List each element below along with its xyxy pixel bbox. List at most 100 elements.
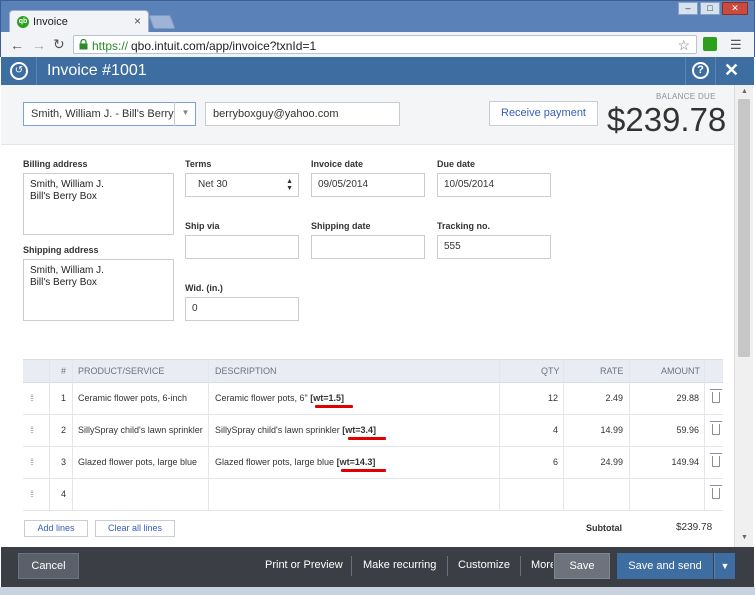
reload-icon[interactable]: ↻ xyxy=(53,36,65,53)
more-link[interactable]: More xyxy=(531,559,553,571)
save-button[interactable]: Save xyxy=(554,553,610,579)
lock-icon xyxy=(79,39,88,50)
vertical-scrollbar[interactable]: ▲ ▼ xyxy=(734,85,753,547)
window-controls: – □ ✕ xyxy=(678,2,748,15)
forward-icon[interactable]: → xyxy=(32,37,46,53)
billing-line: Bill's Berry Box xyxy=(30,191,97,202)
print-preview-link[interactable]: Print or Preview xyxy=(265,559,343,571)
terms-select[interactable]: Net 30 ▲ ▼ xyxy=(185,173,299,197)
footer-divider xyxy=(520,556,521,576)
invoice-date-label: Invoice date xyxy=(311,159,364,169)
table-row[interactable]: ⁞⁞ 4 xyxy=(23,479,723,511)
minimize-icon[interactable]: – xyxy=(678,2,698,15)
scroll-down-icon[interactable]: ▼ xyxy=(741,534,748,541)
help-icon[interactable]: ? xyxy=(692,62,709,79)
product-cell[interactable]: SillySpray child's lawn sprinkler xyxy=(78,425,208,435)
column-header: RATE xyxy=(600,366,624,376)
cancel-button[interactable]: Cancel xyxy=(18,553,79,579)
trash-icon[interactable] xyxy=(710,389,722,403)
red-underline xyxy=(341,469,386,472)
add-lines-button[interactable]: Add lines xyxy=(24,520,88,537)
customize-link[interactable]: Customize xyxy=(458,559,510,571)
clear-all-lines-button[interactable]: Clear all lines xyxy=(95,520,175,537)
width-label: Wid. (in.) xyxy=(185,283,223,293)
drag-handle-icon[interactable]: ⁞⁞ xyxy=(30,457,34,467)
amount-cell: 29.88 xyxy=(676,393,699,403)
drag-handle-icon[interactable]: ⁞⁞ xyxy=(30,393,34,403)
header-divider xyxy=(715,57,716,85)
description-cell[interactable]: Ceramic flower pots, 6" [wt=1.5] xyxy=(215,393,515,403)
amount-cell: 59.96 xyxy=(676,425,699,435)
weight-tag: [wt=3.4] xyxy=(342,425,377,435)
invoice-date-field[interactable]: 09/05/2014 xyxy=(311,173,425,197)
save-and-send-button[interactable]: Save and send xyxy=(617,553,713,579)
description-text: Ceramic flower pots, 6" xyxy=(215,393,308,403)
drag-handle-icon[interactable]: ⁞⁞ xyxy=(30,489,34,499)
make-recurring-link[interactable]: Make recurring xyxy=(363,559,436,571)
tab-close-icon[interactable]: × xyxy=(134,14,141,28)
trash-icon[interactable] xyxy=(710,421,722,435)
rate-cell[interactable]: 14.99 xyxy=(568,425,623,435)
recent-transactions-icon[interactable]: ↺ xyxy=(10,62,28,80)
rate-cell[interactable]: 2.49 xyxy=(568,393,623,403)
subtotal-value: $239.78 xyxy=(676,522,713,533)
select-arrows-icon: ▲ ▼ xyxy=(286,178,293,192)
bookmark-star-icon[interactable]: ☆ xyxy=(677,37,690,54)
description-cell[interactable]: Glazed flower pots, large blue [wt=14.3] xyxy=(215,457,515,467)
close-invoice-icon[interactable]: ✕ xyxy=(724,60,739,81)
line-number: 4 xyxy=(61,489,67,499)
table-row[interactable]: ⁞⁞ 3 Glazed flower pots, large blue Glaz… xyxy=(23,447,723,479)
billing-address-field[interactable]: Smith, William J. Bill's Berry Box xyxy=(23,173,174,235)
table-row[interactable]: ⁞⁞ 2 SillySpray child's lawn sprinkler S… xyxy=(23,415,723,447)
qty-cell[interactable]: 6 xyxy=(503,457,558,467)
drag-handle-icon[interactable]: ⁞⁞ xyxy=(30,425,34,435)
tracking-field[interactable]: 555 xyxy=(437,235,551,259)
ship-via-field[interactable] xyxy=(185,235,299,259)
billing-address-label: Billing address xyxy=(23,159,88,169)
trash-icon[interactable] xyxy=(710,453,722,467)
red-underline xyxy=(348,437,386,440)
balance-due-label: BALANCE DUE xyxy=(656,92,716,101)
rate-cell[interactable]: 24.99 xyxy=(568,457,623,467)
scroll-up-icon[interactable]: ▲ xyxy=(741,88,748,95)
product-cell[interactable]: Ceramic flower pots, 6-inch xyxy=(78,393,208,403)
shipping-address-field[interactable]: Smith, William J. Bill's Berry Box xyxy=(23,259,174,321)
browser-chrome: qb Invoice × – □ ✕ ← → ↻ https:// qbo.in… xyxy=(0,0,755,57)
receive-payment-button[interactable]: Receive payment xyxy=(489,101,598,126)
chevron-down-icon[interactable]: ▼ xyxy=(174,102,196,126)
amount-cell: 149.94 xyxy=(671,457,699,467)
email-field[interactable]: berryboxguy@yahoo.com xyxy=(205,102,400,126)
qty-cell[interactable]: 12 xyxy=(503,393,558,403)
shipping-address-label: Shipping address xyxy=(23,245,99,255)
weight-tag: [wt=1.5] xyxy=(310,393,345,403)
customer-select[interactable]: Smith, William J. - Bill's Berry xyxy=(23,102,196,126)
product-cell[interactable]: Glazed flower pots, large blue xyxy=(78,457,208,467)
footer-bar: Cancel Print or Preview Make recurring C… xyxy=(1,547,754,587)
trash-icon[interactable] xyxy=(710,485,722,499)
new-tab-button[interactable] xyxy=(148,15,176,29)
shipping-line: Smith, William J. xyxy=(30,265,104,276)
scrollbar-thumb[interactable] xyxy=(738,99,750,357)
address-bar[interactable]: https:// qbo.intuit.com/app/invoice?txnI… xyxy=(73,35,697,54)
quickbooks-favicon-icon: qb xyxy=(17,16,29,28)
width-field[interactable]: 0 xyxy=(185,297,299,321)
table-header: # PRODUCT/SERVICE DESCRIPTION QTY RATE A… xyxy=(23,359,723,383)
browser-tab[interactable]: qb Invoice × xyxy=(9,10,149,32)
line-number: 3 xyxy=(61,457,67,467)
column-header: # xyxy=(61,366,67,376)
qty-cell[interactable]: 4 xyxy=(503,425,558,435)
back-icon[interactable]: ← xyxy=(10,37,24,53)
browser-menu-icon[interactable]: ☰ xyxy=(730,37,742,53)
footer-divider xyxy=(351,556,352,576)
window-bottom-edge xyxy=(0,587,755,595)
maximize-icon[interactable]: □ xyxy=(700,2,720,15)
chevron-down-icon[interactable]: ▼ xyxy=(714,553,735,579)
extension-icon[interactable] xyxy=(703,37,717,51)
shipping-date-field[interactable] xyxy=(311,235,425,259)
due-date-field[interactable]: 10/05/2014 xyxy=(437,173,551,197)
tab-title: Invoice xyxy=(33,16,68,28)
window-close-icon[interactable]: ✕ xyxy=(722,2,748,15)
table-row[interactable]: ⁞⁞ 1 Ceramic flower pots, 6-inch Ceramic… xyxy=(23,383,723,415)
header-divider xyxy=(36,57,37,85)
description-cell[interactable]: SillySpray child's lawn sprinkler [wt=3.… xyxy=(215,425,515,435)
